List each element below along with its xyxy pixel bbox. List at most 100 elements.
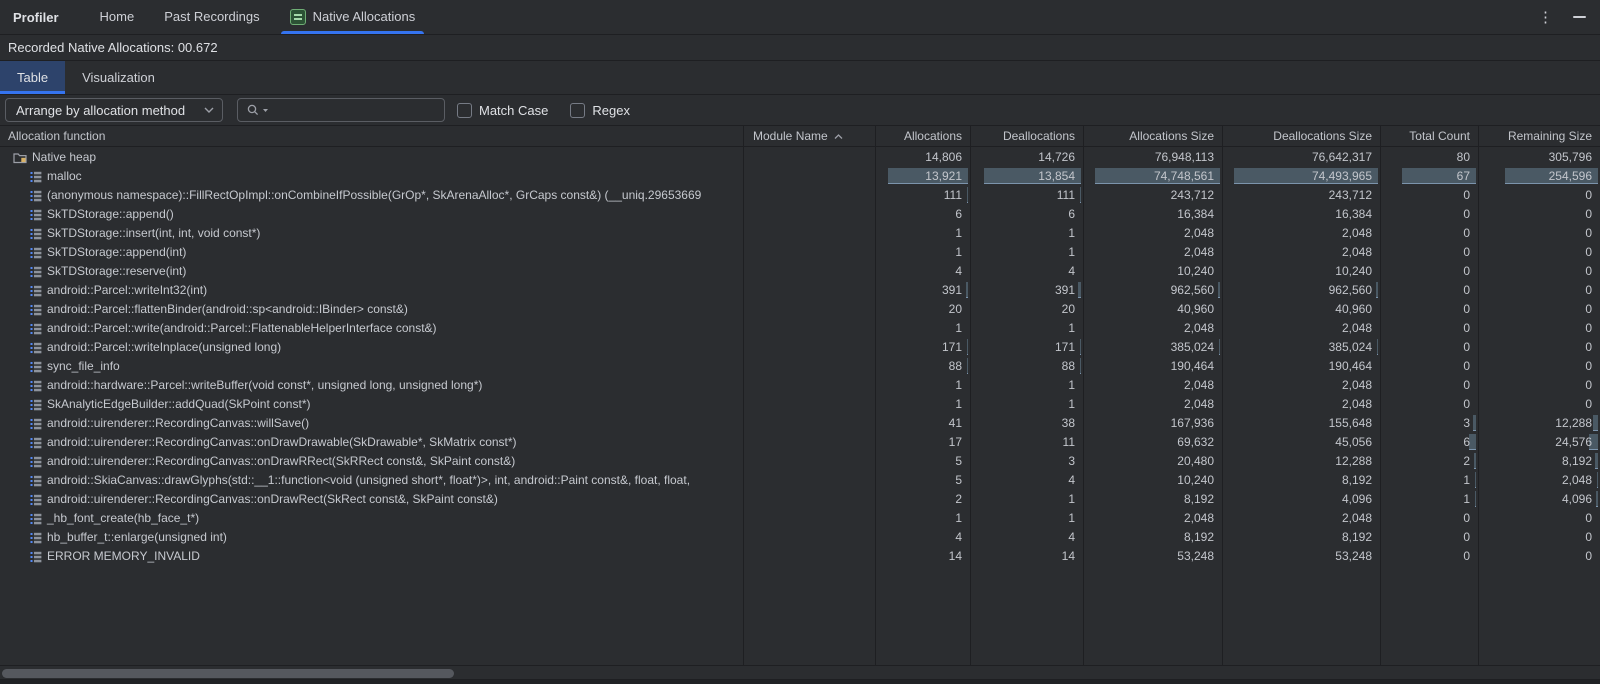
allocation-function-name: sync_file_info — [47, 357, 120, 376]
table-row[interactable]: _hb_font_create(hb_face_t*)112,0482,0480… — [0, 509, 1600, 528]
table-row[interactable]: SkTDStorage::append()6616,38416,38400 — [0, 205, 1600, 224]
total_count-value: 0 — [1463, 511, 1470, 525]
allocation-function-cell[interactable]: android::Parcel::writeInt32(int) — [0, 281, 743, 300]
match-case-checkbox[interactable]: Match Case — [457, 103, 548, 118]
deallocations_size-value: 962,560 — [1329, 283, 1372, 297]
tab-visualization[interactable]: Visualization — [65, 61, 172, 94]
table-row[interactable]: Native heap14,80614,72676,948,11376,642,… — [0, 148, 1600, 167]
allocation-function-cell[interactable]: android::uirenderer::RecordingCanvas::wi… — [0, 414, 743, 433]
deallocations-cell: 111 — [970, 186, 1083, 205]
table-row[interactable]: android::hardware::Parcel::writeBuffer(v… — [0, 376, 1600, 395]
search-box[interactable] — [237, 98, 445, 122]
horizontal-scrollbar-thumb[interactable] — [2, 669, 454, 678]
remaining_size-cell: 8,192 — [1478, 452, 1600, 471]
allocation-function-cell[interactable]: android::Parcel::write(android::Parcel::… — [0, 319, 743, 338]
allocations-cell: 17 — [875, 433, 970, 452]
total_count-cell: 1 — [1380, 471, 1478, 490]
allocation-function-cell[interactable]: SkTDStorage::append() — [0, 205, 743, 224]
column-header-module[interactable]: Module Name — [753, 126, 875, 147]
column-header-allocations[interactable]: Allocations — [875, 126, 962, 147]
allocation-function-cell[interactable]: android::uirenderer::RecordingCanvas::on… — [0, 490, 743, 509]
remaining_size-cell: 12,288 — [1478, 414, 1600, 433]
search-icon[interactable] — [246, 103, 260, 117]
deallocations-value: 4 — [1068, 264, 1075, 278]
table-row[interactable]: SkTDStorage::append(int)112,0482,04800 — [0, 243, 1600, 262]
table-row[interactable]: ERROR MEMORY_INVALID141453,24853,24800 — [0, 547, 1600, 566]
table-row[interactable]: android::uirenderer::RecordingCanvas::wi… — [0, 414, 1600, 433]
allocation-function-cell[interactable]: sync_file_info — [0, 357, 743, 376]
deallocations-cell: 3 — [970, 452, 1083, 471]
deallocations_size-cell: 962,560 — [1222, 281, 1380, 300]
allocations_size-cell: 10,240 — [1083, 262, 1222, 281]
remaining_size-cell: 0 — [1478, 186, 1600, 205]
allocation-function-cell[interactable]: hb_buffer_t::enlarge(unsigned int) — [0, 528, 743, 547]
view-tab-strip: Table Visualization — [0, 61, 1600, 95]
allocation-function-name: malloc — [47, 167, 82, 186]
allocation-method-icon — [30, 532, 42, 544]
column-header-deallocations[interactable]: Deallocations — [970, 126, 1075, 147]
table-row[interactable]: android::SkiaCanvas::drawGlyphs(std::__1… — [0, 471, 1600, 490]
table-row[interactable]: (anonymous namespace)::FillRectOpImpl::o… — [0, 186, 1600, 205]
table-row[interactable]: android::Parcel::writeInt32(int)39139196… — [0, 281, 1600, 300]
column-divider — [1083, 126, 1084, 665]
allocation-function-cell[interactable]: SkTDStorage::append(int) — [0, 243, 743, 262]
table-row[interactable]: android::Parcel::flattenBinder(android::… — [0, 300, 1600, 319]
table-row[interactable]: SkTDStorage::reserve(int)4410,24010,2400… — [0, 262, 1600, 281]
total_count-cell: 0 — [1380, 205, 1478, 224]
regex-checkbox[interactable]: Regex — [570, 103, 630, 118]
allocation-function-cell[interactable]: android::Parcel::flattenBinder(android::… — [0, 300, 743, 319]
allocation-function-cell[interactable]: android::SkiaCanvas::drawGlyphs(std::__1… — [0, 471, 743, 490]
column-header-allocations_size[interactable]: Allocations Size — [1083, 126, 1214, 147]
allocation-function-cell[interactable]: android::uirenderer::RecordingCanvas::on… — [0, 452, 743, 471]
horizontal-scrollbar[interactable] — [0, 666, 1600, 679]
tab-native-allocations[interactable]: Native Allocations — [279, 0, 427, 34]
search-history-caret-icon[interactable] — [262, 108, 269, 113]
remaining_size-value: 0 — [1585, 283, 1592, 297]
column-header-remaining_size[interactable]: Remaining Size — [1478, 126, 1592, 147]
tab-home-label: Home — [100, 0, 135, 34]
table-row[interactable]: android::uirenderer::RecordingCanvas::on… — [0, 490, 1600, 509]
allocation-function-cell[interactable]: _hb_font_create(hb_face_t*) — [0, 509, 743, 528]
table-row[interactable]: android::Parcel::write(android::Parcel::… — [0, 319, 1600, 338]
more-options-icon[interactable]: ⋮ — [1538, 10, 1553, 25]
remaining_size-value: 0 — [1585, 188, 1592, 202]
table-row[interactable]: malloc13,92113,85474,748,56174,493,96567… — [0, 167, 1600, 186]
allocation-function-cell[interactable]: SkTDStorage::insert(int, int, void const… — [0, 224, 743, 243]
deallocations-value: 20 — [1062, 302, 1075, 316]
allocations-cell: 111 — [875, 186, 970, 205]
allocation-function-cell[interactable]: android::Parcel::writeInplace(unsigned l… — [0, 338, 743, 357]
search-input[interactable] — [271, 103, 438, 118]
allocations_size-cell: 53,248 — [1083, 547, 1222, 566]
tab-past-recordings[interactable]: Past Recordings — [153, 0, 270, 34]
table-row[interactable]: SkAnalyticEdgeBuilder::addQuad(SkPoint c… — [0, 395, 1600, 414]
allocations_size-cell: 20,480 — [1083, 452, 1222, 471]
tab-table[interactable]: Table — [0, 61, 65, 94]
table-row[interactable]: sync_file_info8888190,464190,46400 — [0, 357, 1600, 376]
total_count-cell: 0 — [1380, 281, 1478, 300]
hide-window-icon[interactable] — [1573, 16, 1586, 18]
table-row[interactable]: android::uirenderer::RecordingCanvas::on… — [0, 433, 1600, 452]
total_count-value: 2 — [1463, 454, 1470, 468]
table-row[interactable]: SkTDStorage::insert(int, int, void const… — [0, 224, 1600, 243]
allocation-function-cell[interactable]: Native heap — [0, 148, 743, 167]
allocation-function-cell[interactable]: ERROR MEMORY_INVALID — [0, 547, 743, 566]
allocation-function-cell[interactable]: android::hardware::Parcel::writeBuffer(v… — [0, 376, 743, 395]
table-row[interactable]: hb_buffer_t::enlarge(unsigned int)448,19… — [0, 528, 1600, 547]
allocation-function-name: (anonymous namespace)::FillRectOpImpl::o… — [47, 186, 701, 205]
allocation-function-cell[interactable]: malloc — [0, 167, 743, 186]
allocation-function-cell[interactable]: android::uirenderer::RecordingCanvas::on… — [0, 433, 743, 452]
allocations-value: 391 — [942, 283, 962, 297]
allocation-function-cell[interactable]: SkTDStorage::reserve(int) — [0, 262, 743, 281]
column-header-deallocations_size[interactable]: Deallocations Size — [1222, 126, 1372, 147]
total_count-cell: 0 — [1380, 186, 1478, 205]
table-row[interactable]: android::Parcel::writeInplace(unsigned l… — [0, 338, 1600, 357]
tab-home[interactable]: Home — [89, 0, 146, 34]
arrange-by-dropdown[interactable]: Arrange by allocation method — [5, 98, 223, 122]
column-header-total_count[interactable]: Total Count — [1380, 126, 1470, 147]
tab-visualization-label: Visualization — [82, 70, 155, 85]
allocation-function-cell[interactable]: (anonymous namespace)::FillRectOpImpl::o… — [0, 186, 743, 205]
total_count-value: 0 — [1463, 302, 1470, 316]
allocation-function-cell[interactable]: SkAnalyticEdgeBuilder::addQuad(SkPoint c… — [0, 395, 743, 414]
column-header-function[interactable]: Allocation function — [8, 126, 741, 147]
table-row[interactable]: android::uirenderer::RecordingCanvas::on… — [0, 452, 1600, 471]
